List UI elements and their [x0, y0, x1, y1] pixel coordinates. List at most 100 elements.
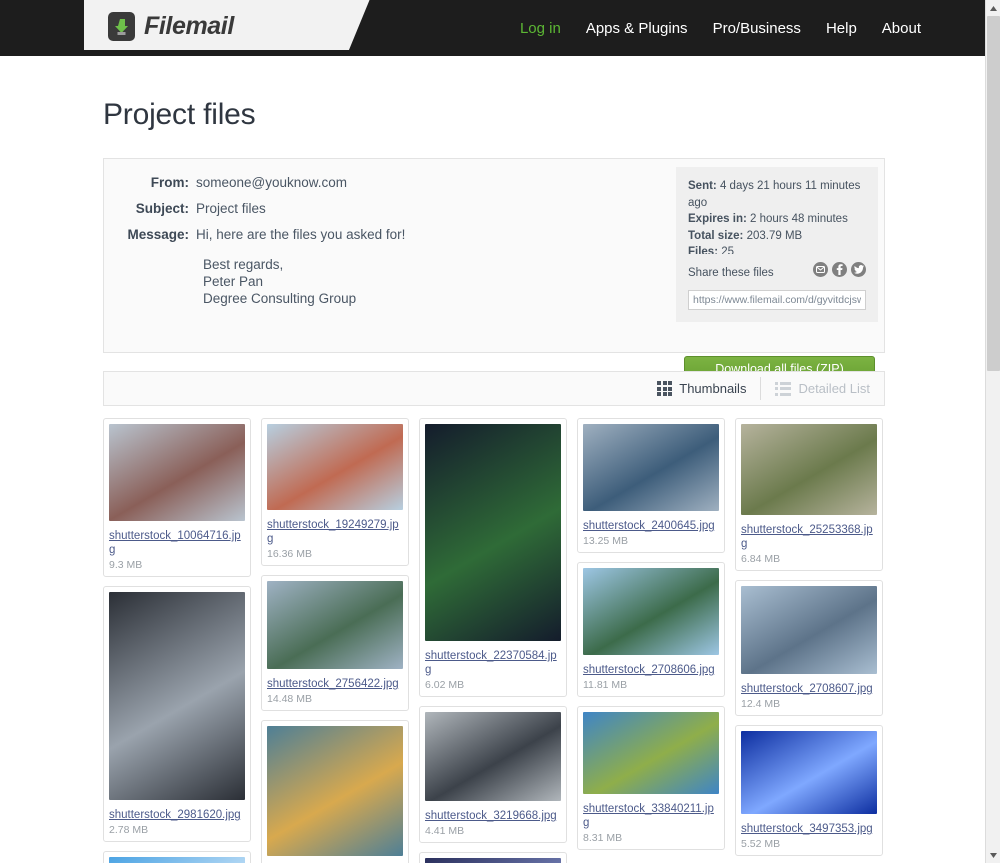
page-title: Project files — [103, 98, 256, 131]
file-card[interactable]: shutterstock_2708606.jpg 11.81 MB — [577, 562, 725, 697]
view-toggle-bar: Thumbnails Detailed List — [103, 371, 885, 406]
file-card[interactable]: shutterstock_33840211.jpg 8.31 MB — [577, 706, 725, 850]
file-thumbnail-image[interactable] — [425, 858, 561, 863]
stat-expires: Expires in: 2 hours 48 minutes — [688, 211, 866, 228]
nav-about[interactable]: About — [882, 20, 921, 37]
signature-line-2: Peter Pan — [203, 274, 264, 289]
file-card[interactable]: shutterstock_3421890.jpg6.1 MB — [419, 852, 567, 863]
file-name-link[interactable]: shutterstock_2708606.jpg — [583, 663, 719, 677]
stat-expires-label: Expires in: — [688, 213, 747, 225]
file-card[interactable]: shutterstock_3497353.jpg 5.52 MB — [735, 725, 883, 856]
file-card[interactable]: shutterstock_19249279.jpg 16.36 MB — [261, 418, 409, 566]
file-grid-column: shutterstock_22370584.jpg 6.02 MB shutters… — [419, 418, 567, 863]
file-thumbnail-image[interactable] — [267, 726, 403, 856]
share-box: Share these files — [676, 254, 878, 322]
file-card[interactable]: shutterstock_10064716.jpg 9.3 MB — [103, 418, 251, 577]
file-name-link[interactable]: shutterstock_22370584.jpg — [425, 649, 561, 677]
file-card[interactable]: shutterstock_2756422.jpg 14.48 MB — [261, 575, 409, 711]
file-card[interactable]: shutterstock_3219668.jpg 4.41 MB — [419, 706, 567, 843]
email-icon[interactable] — [813, 262, 828, 277]
view-toggle-detailed-list-label: Detailed List — [798, 381, 870, 396]
file-card[interactable]: shutterstock_2708609.jpg7.4 MB — [103, 851, 251, 863]
nav-apps-plugins[interactable]: Apps & Plugins — [586, 20, 688, 37]
file-card[interactable]: shutterstock_2412290.jpg10.1 MB — [261, 720, 409, 863]
view-toggle-thumbnails-label: Thumbnails — [679, 381, 747, 396]
file-name-link[interactable]: shutterstock_2708607.jpg — [741, 682, 877, 696]
stat-total-size: Total size: 203.79 MB — [688, 228, 866, 245]
file-thumbnail-image[interactable] — [741, 424, 877, 515]
file-thumbnail-image[interactable] — [741, 731, 877, 814]
file-thumbnail-image[interactable] — [425, 424, 561, 641]
view-toggle-thumbnails[interactable]: Thumbnails — [643, 377, 760, 400]
file-thumbnail-image[interactable] — [425, 712, 561, 801]
file-name-link[interactable]: shutterstock_3219668.jpg — [425, 809, 561, 823]
page-content: Project files From: someone@youknow.com … — [0, 56, 985, 863]
filemail-download-arrow-icon — [108, 12, 135, 41]
file-grid-column: shutterstock_2400645.jpg 13.25 MB shutters… — [577, 418, 725, 863]
share-title: Share these files — [688, 267, 774, 279]
view-toggle-detailed-list[interactable]: Detailed List — [760, 377, 884, 400]
main-nav: Log in Apps & Plugins Pro/Business Help … — [520, 20, 921, 37]
file-thumbnail-image[interactable] — [267, 424, 403, 510]
file-card[interactable]: shutterstock_25253368.jpg 6.84 MB — [735, 418, 883, 571]
file-card[interactable]: shutterstock_2400645.jpg 13.25 MB — [577, 418, 725, 553]
twitter-icon[interactable] — [851, 262, 866, 277]
file-name-link[interactable]: shutterstock_10064716.jpg — [109, 529, 245, 557]
file-name-link[interactable]: shutterstock_19249279.jpg — [267, 518, 403, 546]
file-card[interactable]: shutterstock_2981620.jpg 2.78 MB — [103, 586, 251, 842]
page-root: Filemail Log in Apps & Plugins Pro/Busin… — [0, 0, 1000, 863]
file-name-link[interactable]: shutterstock_33840211.jpg — [583, 802, 719, 830]
file-size: 6.84 MB — [741, 553, 781, 565]
file-thumbnail-image[interactable] — [109, 857, 245, 863]
file-thumbnail-image[interactable] — [109, 424, 245, 521]
file-size: 12.4 MB — [741, 698, 781, 710]
file-thumbnail-image[interactable] — [583, 712, 719, 794]
file-grid-column: shutterstock_10064716.jpg 9.3 MB shutterst… — [103, 418, 251, 863]
scroll-down-icon[interactable] — [986, 847, 1000, 863]
brand-logo-plate[interactable]: Filemail — [84, 0, 372, 50]
file-thumbnail-image[interactable] — [741, 586, 877, 674]
file-size: 2.78 MB — [109, 824, 149, 836]
stat-total-size-value: 203.79 MB — [746, 229, 803, 242]
nav-pro-business[interactable]: Pro/Business — [713, 20, 801, 37]
file-thumbnail-image[interactable] — [109, 592, 245, 800]
file-card[interactable]: shutterstock_22370584.jpg 6.02 MB — [419, 418, 567, 697]
subject-row: Subject: Project files — [104, 201, 664, 216]
grid-icon — [657, 381, 673, 396]
stat-total-size-label: Total size: — [688, 229, 744, 242]
file-size: 8.31 MB — [583, 832, 623, 844]
file-name-link[interactable]: shutterstock_25253368.jpg — [741, 523, 877, 551]
file-card[interactable]: shutterstock_2708607.jpg 12.4 MB — [735, 580, 883, 716]
file-grid-column: shutterstock_25253368.jpg 6.84 MB shutters… — [735, 418, 883, 863]
signature-line-1: Best regards, — [203, 257, 284, 272]
file-size: 9.3 MB — [109, 559, 143, 571]
stat-sent-label: Sent: — [688, 180, 717, 192]
from-value: someone@youknow.com — [196, 175, 348, 190]
scroll-up-icon[interactable] — [986, 0, 1000, 16]
transfer-meta: From: someone@youknow.com Subject: Proje… — [104, 175, 664, 307]
scrollbar-thumb[interactable] — [987, 16, 1000, 371]
file-size: 11.81 MB — [583, 679, 628, 691]
file-size: 13.25 MB — [583, 535, 628, 547]
message-signature: Best regards, Peter Pan Degree Consultin… — [203, 256, 664, 307]
file-thumbnail-image[interactable] — [267, 581, 403, 669]
file-thumbnail-image[interactable] — [583, 424, 719, 511]
file-size: 14.48 MB — [267, 693, 312, 705]
transfer-info-panel: From: someone@youknow.com Subject: Proje… — [103, 158, 885, 382]
file-size: 16.36 MB — [267, 548, 312, 560]
file-size: 6.02 MB — [425, 679, 465, 691]
nav-help[interactable]: Help — [826, 20, 857, 37]
file-name-link[interactable]: shutterstock_2756422.jpg — [267, 677, 403, 691]
stat-sent: Sent: 4 days 21 hours 11 minutes ago — [688, 178, 866, 211]
file-name-link[interactable]: shutterstock_2400645.jpg — [583, 519, 719, 533]
file-name-link[interactable]: shutterstock_3497353.jpg — [741, 822, 877, 836]
share-icons — [813, 262, 866, 277]
share-link-input[interactable] — [688, 290, 866, 310]
file-name-link[interactable]: shutterstock_2981620.jpg — [109, 808, 245, 822]
file-thumbnail-image[interactable] — [583, 568, 719, 655]
page-scrollbar[interactable] — [985, 0, 1000, 863]
nav-login[interactable]: Log in — [520, 20, 561, 37]
top-navigation-bar: Filemail Log in Apps & Plugins Pro/Busin… — [0, 0, 985, 56]
facebook-icon[interactable] — [832, 262, 847, 277]
stat-expires-value: 2 hours 48 minutes — [750, 213, 848, 225]
